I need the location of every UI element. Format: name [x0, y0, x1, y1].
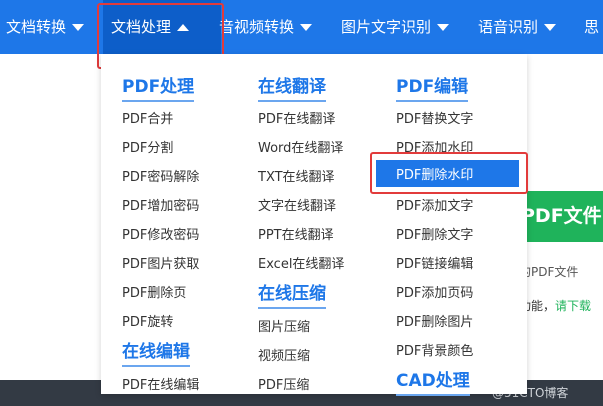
menu-item-pdf-split[interactable]: PDF分割: [122, 137, 173, 156]
menu-item-pdf-compress[interactable]: PDF压缩: [258, 374, 309, 393]
nav-item-label: 音视频转换: [219, 18, 295, 36]
menu-item-pdf-change-password[interactable]: PDF修改密码: [122, 224, 199, 243]
menu-item-pdf-add-page-numbers[interactable]: PDF添加页码: [396, 282, 473, 301]
menu-item-pdf-rotate[interactable]: PDF旋转: [122, 311, 173, 330]
menu-item-pdf-delete-images[interactable]: PDF删除图片: [396, 311, 473, 330]
nav-item-more[interactable]: 思: [584, 0, 599, 54]
chevron-down-icon: [437, 24, 450, 31]
menu-item-pdf-delete-text[interactable]: PDF删除文字: [396, 224, 473, 243]
group-title-cad-process: CAD处理: [396, 366, 470, 396]
nav-item-label: 思: [584, 18, 600, 36]
menu-item-pdf-remove-password[interactable]: PDF密码解除: [122, 166, 199, 185]
menu-item-pdf-online-edit[interactable]: PDF在线编辑: [122, 374, 199, 393]
chevron-down-icon: [544, 24, 557, 31]
doc-process-dropdown: PDF处理 PDF合并 PDF分割 PDF密码解除 PDF增加密码 PDF修改密…: [101, 54, 527, 396]
menu-item-pdf-edit-links[interactable]: PDF链接编辑: [396, 253, 473, 272]
menu-item-excel-translate[interactable]: Excel在线翻译: [258, 253, 344, 272]
menu-item-video-compress[interactable]: 视频压缩: [258, 345, 310, 364]
selected-item-highlight-box: [370, 152, 528, 194]
nav-item-label: 图片文字识别: [341, 18, 432, 36]
menu-item-pdf-extract-images[interactable]: PDF图片获取: [122, 253, 199, 272]
nav-item-label: 文档转换: [6, 18, 67, 36]
menu-item-ppt-translate[interactable]: PPT在线翻译: [258, 224, 334, 243]
nav-item-doc-convert[interactable]: 文档转换: [6, 0, 85, 54]
group-title-online-edit: 在线编辑: [122, 337, 190, 367]
download-link[interactable]: 请下载: [555, 299, 591, 313]
group-title-online-compress: 在线压缩: [258, 279, 326, 309]
nav-item-av-convert[interactable]: 音视频转换: [219, 0, 313, 54]
top-nav: 文档转换 文档处理 音视频转换 图片文字识别 语音识别 思: [0, 0, 603, 54]
nav-item-image-ocr[interactable]: 图片文字识别: [341, 0, 450, 54]
group-title-online-translate: 在线翻译: [258, 72, 326, 102]
chevron-down-icon: [300, 24, 313, 31]
group-title-pdf-edit: PDF编辑: [396, 72, 469, 102]
chevron-down-icon: [72, 24, 85, 31]
background-text-line: 的PDF文件: [519, 265, 579, 279]
background-text-line: 功能，请下载: [519, 297, 591, 314]
banner-text: PDF文件: [521, 205, 602, 227]
menu-item-pdf-translate[interactable]: PDF在线翻译: [258, 108, 335, 127]
group-title-pdf-process: PDF处理: [122, 72, 195, 102]
menu-item-pdf-replace-text[interactable]: PDF替换文字: [396, 108, 473, 127]
menu-item-pdf-add-password[interactable]: PDF增加密码: [122, 195, 199, 214]
menu-item-txt-translate[interactable]: TXT在线翻译: [258, 166, 335, 185]
menu-item-pdf-delete-pages[interactable]: PDF删除页: [122, 282, 186, 301]
menu-item-word-translate[interactable]: Word在线翻译: [258, 137, 343, 156]
background-banner: PDF文件: [519, 191, 603, 242]
menu-item-text-translate[interactable]: 文字在线翻译: [258, 195, 336, 214]
menu-item-pdf-merge[interactable]: PDF合并: [122, 108, 173, 127]
menu-item-image-compress[interactable]: 图片压缩: [258, 316, 310, 335]
menu-item-pdf-add-text[interactable]: PDF添加文字: [396, 195, 473, 214]
nav-item-label: 语音识别: [478, 18, 539, 36]
menu-item-pdf-background-color[interactable]: PDF背景颜色: [396, 340, 473, 359]
nav-item-speech-recognition[interactable]: 语音识别: [478, 0, 557, 54]
